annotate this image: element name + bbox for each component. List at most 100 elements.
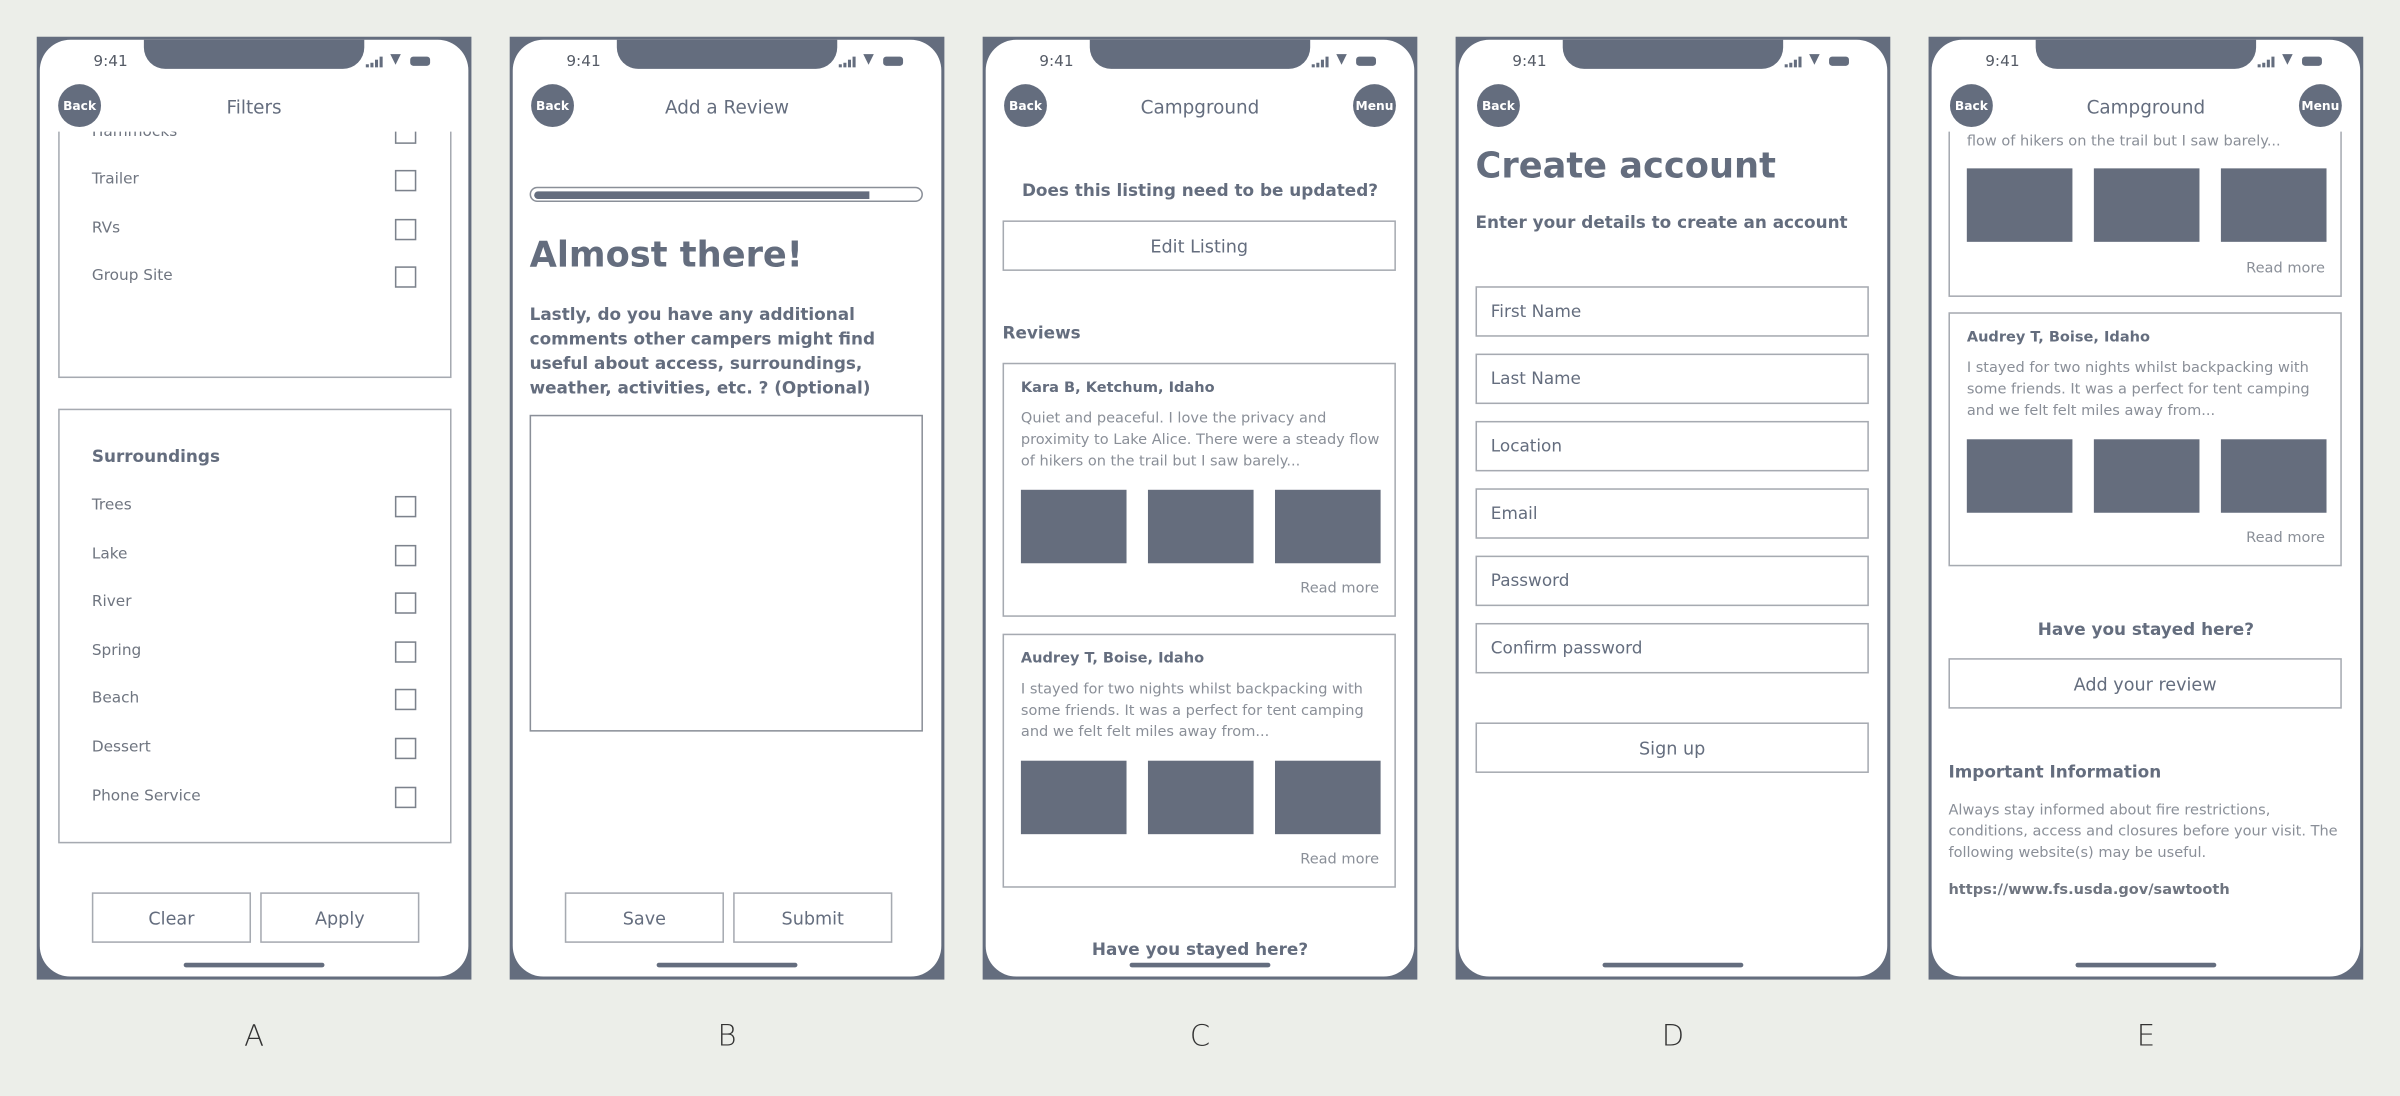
form-field-last-name[interactable]: Last Name	[1475, 353, 1869, 405]
review-photo[interactable]	[1274, 760, 1381, 835]
review-photo[interactable]	[1147, 489, 1254, 564]
signal-icon	[1784, 56, 1803, 68]
screen-label-b: B	[717, 1019, 737, 1054]
screen-e-campground: flow of hikers on the trail but I saw ba…	[1928, 36, 2364, 980]
filter-checkbox[interactable]	[394, 170, 417, 192]
edit-listing-button[interactable]: Edit Listing	[1002, 220, 1396, 271]
form-field-confirm-password[interactable]: Confirm password	[1475, 622, 1869, 674]
sign-up-button[interactable]: Sign up	[1475, 722, 1869, 773]
screen-title: Add a Review	[665, 96, 790, 118]
update-question: Does this listing need to be updated?	[1021, 180, 1379, 201]
phone-screen: Create account Enter your details to cre…	[1458, 39, 1888, 977]
review-photo[interactable]	[1020, 760, 1127, 835]
filters-scroll-area[interactable]: TentsHammocksTrailerRVsGroup Site Surrou…	[40, 131, 469, 977]
filter-label: Hammocks	[91, 131, 178, 141]
filter-checkbox[interactable]	[394, 495, 417, 518]
signal-icon	[2257, 56, 2276, 68]
filter-label: Phone Service	[91, 787, 201, 805]
screen-title: Campground	[1140, 96, 1260, 118]
signal-icon	[365, 56, 384, 68]
review-photo[interactable]	[1147, 760, 1254, 835]
stayed-question: Have you stayed here?	[2037, 619, 2254, 640]
menu-button[interactable]: Menu	[2298, 84, 2342, 128]
back-button[interactable]: Back	[1004, 84, 1047, 128]
apply-button[interactable]: Apply	[260, 892, 420, 943]
screen-b-add-review: Add a Review Almost there! Lastly, do yo…	[509, 36, 945, 980]
back-button[interactable]: Back	[531, 84, 574, 128]
filter-label: Dessert	[91, 739, 151, 757]
filter-checkbox[interactable]	[394, 641, 417, 663]
screen-title: Filters	[226, 96, 282, 118]
battery-icon	[883, 56, 904, 66]
menu-button[interactable]: Menu	[1353, 84, 1396, 128]
notch	[1562, 39, 1784, 69]
review-text: I stayed for two nights whilst backpacki…	[1020, 681, 1364, 741]
review-author: Audrey T, Boise, Idaho	[1966, 329, 2150, 346]
review-text: flow of hikers on the trail but I saw ba…	[1966, 133, 2281, 150]
site-type-card: TentsHammocksTrailerRVsGroup Site	[58, 131, 452, 379]
home-indicator	[2075, 962, 2217, 968]
form-field-first-name[interactable]: First Name	[1475, 286, 1869, 337]
comments-textarea[interactable]	[529, 414, 923, 732]
wifi-icon: ▼	[2282, 52, 2293, 68]
review-photo[interactable]	[2220, 439, 2327, 513]
submit-button[interactable]: Submit	[733, 892, 893, 943]
home-indicator	[656, 962, 798, 968]
review-photo[interactable]	[1274, 489, 1381, 564]
form-field-location[interactable]: Location	[1475, 420, 1869, 472]
review-photo[interactable]	[2093, 168, 2200, 242]
save-button[interactable]: Save	[564, 892, 724, 943]
back-button[interactable]: Back	[1477, 84, 1520, 128]
form-field-password[interactable]: Password	[1475, 555, 1869, 607]
filter-checkbox[interactable]	[394, 131, 417, 144]
filter-checkbox[interactable]	[394, 786, 417, 808]
clear-button[interactable]: Clear	[91, 892, 252, 943]
status-time: 9:41	[1985, 53, 2020, 71]
screen-label-e: E	[2136, 1019, 2156, 1054]
screen-label-d: D	[1661, 1019, 1685, 1054]
wifi-icon: ▼	[390, 52, 401, 68]
filter-label: River	[91, 594, 132, 611]
back-button[interactable]: Back	[1949, 84, 1993, 128]
filter-label: Trailer	[91, 171, 139, 189]
status-time: 9:41	[1039, 53, 1074, 71]
filter-checkbox[interactable]	[394, 218, 417, 240]
review-photo[interactable]	[1966, 439, 2073, 513]
filter-checkbox[interactable]	[394, 592, 417, 615]
campground-scroll-area[interactable]: flow of hikers on the trail but I saw ba…	[1932, 131, 2361, 977]
review-photo[interactable]	[2220, 168, 2327, 242]
surroundings-heading: Surroundings	[91, 446, 220, 467]
info-url-link[interactable]: https://www.fs.usda.gov/sawtooth	[1948, 882, 2229, 899]
back-button[interactable]: Back	[58, 84, 102, 128]
filter-label: Spring	[91, 642, 142, 660]
add-review-button[interactable]: Add your review	[1948, 658, 2342, 709]
read-more-link[interactable]: Read more	[1300, 580, 1379, 597]
battery-icon	[2302, 56, 2322, 66]
filter-label: Trees	[91, 497, 132, 515]
read-more-link[interactable]: Read more	[2246, 530, 2325, 547]
filter-checkbox[interactable]	[394, 737, 417, 760]
screen-title: Campground	[2086, 96, 2206, 118]
filter-label: Beach	[91, 690, 140, 708]
notch	[2035, 39, 2257, 69]
review-text: I stayed for two nights whilst backpacki…	[1966, 359, 2310, 420]
filter-checkbox[interactable]	[394, 689, 417, 711]
surroundings-card: Surroundings Trees Lake River Spring Beach De…	[58, 408, 452, 844]
stayed-question: Have you stayed here?	[1091, 939, 1309, 960]
screen-c-campground: Campground Does this listing need to be …	[982, 36, 1418, 980]
filter-checkbox[interactable]	[394, 544, 417, 566]
read-more-link[interactable]: Read more	[1300, 851, 1379, 868]
read-more-link[interactable]: Read more	[2246, 260, 2325, 277]
phone-screen: TentsHammocksTrailerRVsGroup Site Surrou…	[39, 39, 469, 977]
reviews-heading: Reviews	[1002, 322, 1081, 343]
filter-checkbox[interactable]	[394, 266, 417, 289]
review-author: Audrey T, Boise, Idaho	[1020, 650, 1205, 668]
battery-icon	[1829, 56, 1849, 66]
phone-screen: Add a Review Almost there! Lastly, do yo…	[512, 39, 942, 977]
review-photo[interactable]	[1966, 168, 2073, 242]
status-time: 9:41	[566, 53, 601, 71]
review-photo[interactable]	[1020, 489, 1127, 564]
form-field-email[interactable]: Email	[1475, 488, 1869, 539]
review-photo[interactable]	[2093, 439, 2200, 513]
screen-d-create-account: Create account Enter your details to cre…	[1455, 36, 1891, 980]
